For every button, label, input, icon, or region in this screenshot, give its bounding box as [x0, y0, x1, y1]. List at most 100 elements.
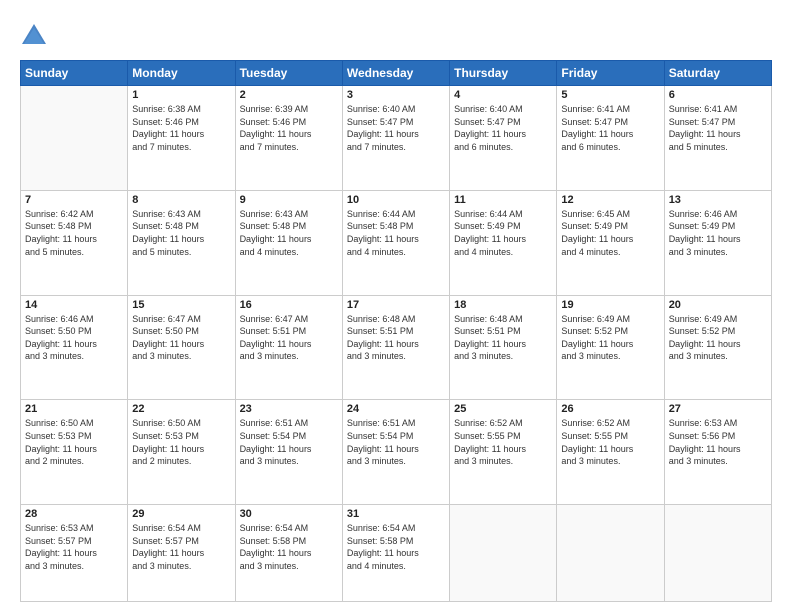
calendar-header-row: Sunday Monday Tuesday Wednesday Thursday…: [21, 61, 772, 86]
day-info: Sunrise: 6:47 AMSunset: 5:50 PMDaylight:…: [132, 313, 230, 363]
table-row: 29 Sunrise: 6:54 AMSunset: 5:57 PMDayligh…: [128, 505, 235, 602]
day-info: Sunrise: 6:45 AMSunset: 5:49 PMDaylight:…: [561, 208, 659, 258]
day-info: Sunrise: 6:49 AMSunset: 5:52 PMDaylight:…: [561, 313, 659, 363]
day-number: 9: [240, 194, 338, 206]
table-row: 10 Sunrise: 6:44 AMSunset: 5:48 PMDayligh…: [342, 190, 449, 295]
table-row: 4 Sunrise: 6:40 AMSunset: 5:47 PMDaylight…: [450, 86, 557, 191]
table-row: 17 Sunrise: 6:48 AMSunset: 5:51 PMDayligh…: [342, 295, 449, 400]
day-number: 28: [25, 508, 123, 520]
day-number: 10: [347, 194, 445, 206]
table-row: 13 Sunrise: 6:46 AMSunset: 5:49 PMDayligh…: [664, 190, 771, 295]
day-info: Sunrise: 6:40 AMSunset: 5:47 PMDaylight:…: [454, 103, 552, 153]
day-info: Sunrise: 6:48 AMSunset: 5:51 PMDaylight:…: [454, 313, 552, 363]
day-number: 4: [454, 89, 552, 101]
table-row: 9 Sunrise: 6:43 AMSunset: 5:48 PMDaylight…: [235, 190, 342, 295]
table-row: 22Sunrise: 6:50 AMSunset: 5:53 PMDayligh…: [128, 400, 235, 505]
table-row: 15 Sunrise: 6:47 AMSunset: 5:50 PMDayligh…: [128, 295, 235, 400]
day-number: 24: [347, 403, 445, 415]
day-info: Sunrise: 6:42 AMSunset: 5:48 PMDaylight:…: [25, 208, 123, 258]
day-info: Sunrise: 6:52 AMSunset: 5:55 PMDaylight:…: [454, 417, 552, 467]
day-info: Sunrise: 6:50 AMSunset: 5:53 PMDaylight:…: [25, 417, 123, 467]
page: Sunday Monday Tuesday Wednesday Thursday…: [0, 0, 792, 612]
day-number: 21: [25, 403, 123, 415]
table-row: 16Sunrise: 6:47 AMSunset: 5:51 PMDayligh…: [235, 295, 342, 400]
table-row: 1 Sunrise: 6:38 AMSunset: 5:46 PMDaylight…: [128, 86, 235, 191]
table-row: 19 Sunrise: 6:49 AMSunset: 5:52 PMDayligh…: [557, 295, 664, 400]
table-row: 20 Sunrise: 6:49 AMSunset: 5:52 PMDayligh…: [664, 295, 771, 400]
calendar-table: Sunday Monday Tuesday Wednesday Thursday…: [20, 60, 772, 602]
day-info: Sunrise: 6:38 AMSunset: 5:46 PMDaylight:…: [132, 103, 230, 153]
table-row: 2 Sunrise: 6:39 AMSunset: 5:46 PMDaylight…: [235, 86, 342, 191]
day-number: 17: [347, 299, 445, 311]
table-row: 30 Sunrise: 6:54 AMSunset: 5:58 PMDayligh…: [235, 505, 342, 602]
header: [20, 18, 772, 50]
logo-icon: [20, 22, 48, 50]
table-row: 7Sunrise: 6:42 AMSunset: 5:48 PMDaylight…: [21, 190, 128, 295]
day-number: 25: [454, 403, 552, 415]
table-row: 23 Sunrise: 6:51 AMSunset: 5:54 PMDayligh…: [235, 400, 342, 505]
day-number: 14: [25, 299, 123, 311]
table-row: 11Sunrise: 6:44 AMSunset: 5:49 PMDayligh…: [450, 190, 557, 295]
day-info: Sunrise: 6:43 AMSunset: 5:48 PMDaylight:…: [240, 208, 338, 258]
table-row: [557, 505, 664, 602]
day-number: 15: [132, 299, 230, 311]
table-row: 5 Sunrise: 6:41 AMSunset: 5:47 PMDaylight…: [557, 86, 664, 191]
day-info: Sunrise: 6:41 AMSunset: 5:47 PMDaylight:…: [669, 103, 767, 153]
day-number: 30: [240, 508, 338, 520]
day-info: Sunrise: 6:44 AMSunset: 5:48 PMDaylight:…: [347, 208, 445, 258]
logo: [20, 22, 52, 50]
table-row: [21, 86, 128, 191]
col-friday: Friday: [557, 61, 664, 86]
day-number: 27: [669, 403, 767, 415]
day-number: 18: [454, 299, 552, 311]
day-number: 29: [132, 508, 230, 520]
table-row: 21 Sunrise: 6:50 AMSunset: 5:53 PMDayligh…: [21, 400, 128, 505]
day-number: 11: [454, 194, 552, 206]
day-number: 5: [561, 89, 659, 101]
day-number: 16: [240, 299, 338, 311]
day-info: Sunrise: 6:41 AMSunset: 5:47 PMDaylight:…: [561, 103, 659, 153]
day-number: 22: [132, 403, 230, 415]
table-row: 26 Sunrise: 6:52 AMSunset: 5:55 PMDayligh…: [557, 400, 664, 505]
col-sunday: Sunday: [21, 61, 128, 86]
table-row: 28 Sunrise: 6:53 AMSunset: 5:57 PMDayligh…: [21, 505, 128, 602]
table-row: 27 Sunrise: 6:53 AMSunset: 5:56 PMDayligh…: [664, 400, 771, 505]
day-info: Sunrise: 6:54 AMSunset: 5:58 PMDaylight:…: [240, 522, 338, 572]
day-number: 1: [132, 89, 230, 101]
col-tuesday: Tuesday: [235, 61, 342, 86]
day-info: Sunrise: 6:54 AMSunset: 5:57 PMDaylight:…: [132, 522, 230, 572]
day-number: 31: [347, 508, 445, 520]
day-number: 13: [669, 194, 767, 206]
day-info: Sunrise: 6:39 AMSunset: 5:46 PMDaylight:…: [240, 103, 338, 153]
col-saturday: Saturday: [664, 61, 771, 86]
day-info: Sunrise: 6:52 AMSunset: 5:55 PMDaylight:…: [561, 417, 659, 467]
day-number: 19: [561, 299, 659, 311]
day-info: Sunrise: 6:46 AMSunset: 5:49 PMDaylight:…: [669, 208, 767, 258]
table-row: 14 Sunrise: 6:46 AMSunset: 5:50 PMDayligh…: [21, 295, 128, 400]
day-info: Sunrise: 6:51 AMSunset: 5:54 PMDaylight:…: [240, 417, 338, 467]
day-number: 12: [561, 194, 659, 206]
table-row: [664, 505, 771, 602]
day-number: 3: [347, 89, 445, 101]
day-info: Sunrise: 6:54 AMSunset: 5:58 PMDaylight:…: [347, 522, 445, 572]
day-info: Sunrise: 6:51 AMSunset: 5:54 PMDaylight:…: [347, 417, 445, 467]
table-row: 25 Sunrise: 6:52 AMSunset: 5:55 PMDayligh…: [450, 400, 557, 505]
day-info: Sunrise: 6:46 AMSunset: 5:50 PMDaylight:…: [25, 313, 123, 363]
day-info: Sunrise: 6:43 AMSunset: 5:48 PMDaylight:…: [132, 208, 230, 258]
day-info: Sunrise: 6:40 AMSunset: 5:47 PMDaylight:…: [347, 103, 445, 153]
table-row: 3 Sunrise: 6:40 AMSunset: 5:47 PMDaylight…: [342, 86, 449, 191]
day-info: Sunrise: 6:53 AMSunset: 5:57 PMDaylight:…: [25, 522, 123, 572]
table-row: 24 Sunrise: 6:51 AMSunset: 5:54 PMDayligh…: [342, 400, 449, 505]
day-number: 8: [132, 194, 230, 206]
day-number: 23: [240, 403, 338, 415]
day-number: 2: [240, 89, 338, 101]
day-info: Sunrise: 6:48 AMSunset: 5:51 PMDaylight:…: [347, 313, 445, 363]
day-info: Sunrise: 6:53 AMSunset: 5:56 PMDaylight:…: [669, 417, 767, 467]
table-row: [450, 505, 557, 602]
day-number: 26: [561, 403, 659, 415]
day-number: 6: [669, 89, 767, 101]
day-number: 20: [669, 299, 767, 311]
table-row: 8 Sunrise: 6:43 AMSunset: 5:48 PMDaylight…: [128, 190, 235, 295]
table-row: 12 Sunrise: 6:45 AMSunset: 5:49 PMDayligh…: [557, 190, 664, 295]
day-info: Sunrise: 6:49 AMSunset: 5:52 PMDaylight:…: [669, 313, 767, 363]
